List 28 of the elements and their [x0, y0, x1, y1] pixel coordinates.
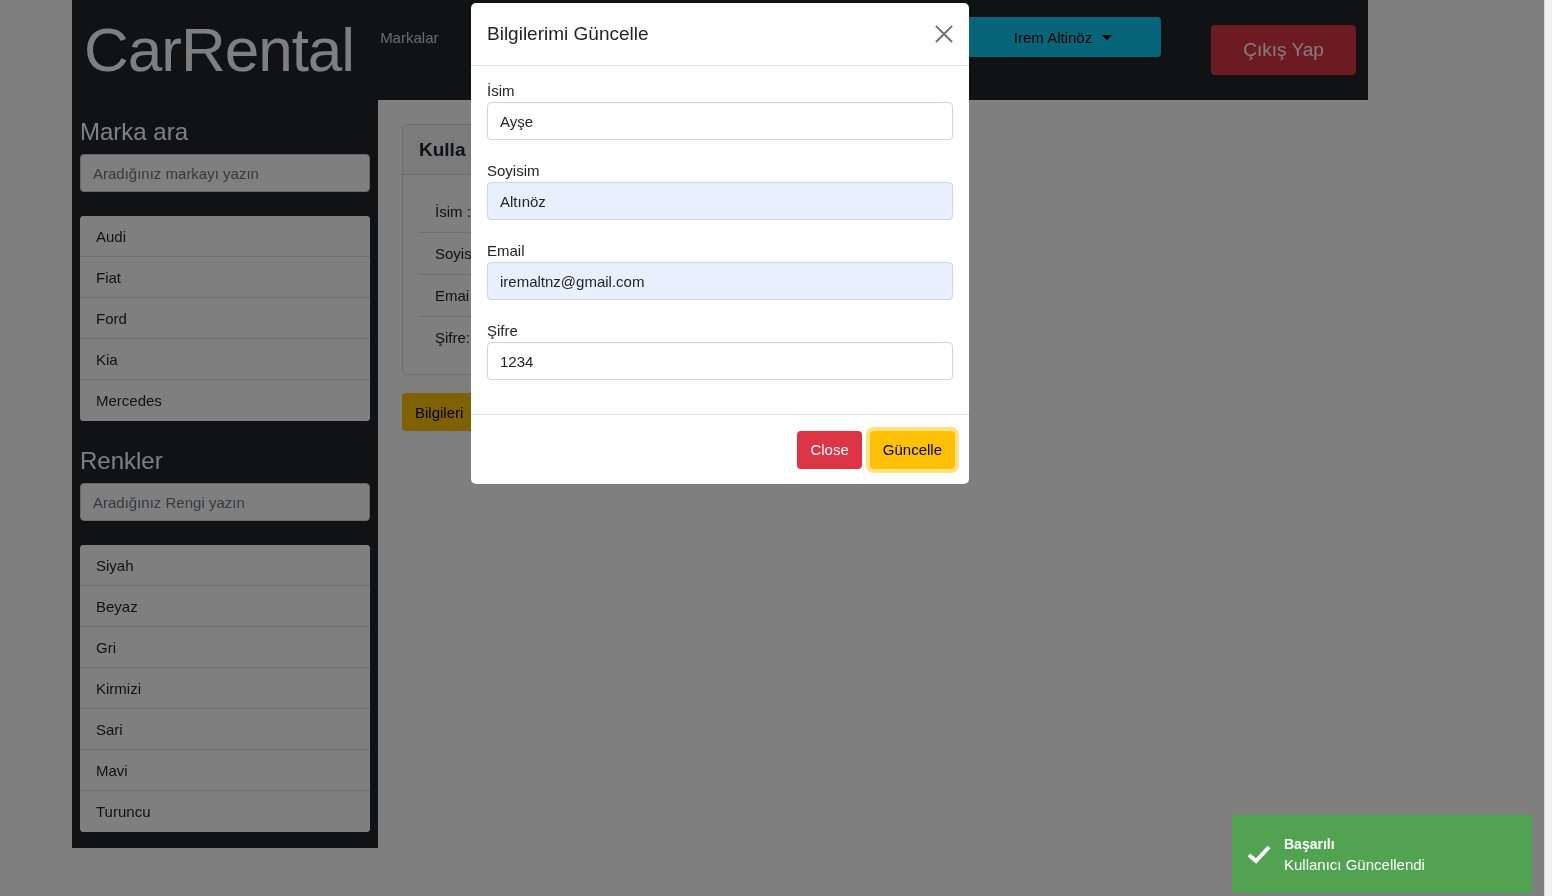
info-label: Şifre:: [435, 329, 470, 346]
logout-button[interactable]: Çıkış Yap: [1211, 25, 1356, 75]
input-field[interactable]: Altınöz: [487, 182, 953, 220]
info-label: Emai: [435, 287, 470, 304]
caret-icon: [1102, 34, 1113, 40]
logo[interactable]: CarRental: [84, 19, 355, 81]
section-title: Marka ara: [80, 118, 190, 146]
search-field[interactable]: Aradığınız markayı yazın: [80, 154, 370, 192]
field-label: Şifre: [487, 322, 519, 339]
color-item[interactable]: Siyah: [80, 545, 370, 586]
field-label: Email: [487, 242, 526, 259]
field-label: İsim: [487, 82, 516, 99]
brand-item[interactable]: Audi: [80, 216, 370, 257]
toast-message: Kullanıcı Güncellendi: [1284, 855, 1425, 873]
info-label: Soyis: [435, 245, 472, 262]
input-field[interactable]: Ayşe: [487, 102, 953, 140]
toast-title: Başarılı: [1284, 835, 1336, 852]
modal-title: Bilgilerimi Güncelle: [487, 23, 650, 45]
section-title: Renkler: [80, 447, 164, 475]
input-field[interactable]: iremaltnz@gmail.com: [487, 262, 953, 300]
scrollbar[interactable]: [1544, 0, 1552, 896]
search-field[interactable]: Aradığınız Rengi yazın: [80, 483, 370, 521]
close-button[interactable]: Close: [797, 430, 862, 469]
input-field[interactable]: 1234: [487, 342, 953, 380]
nav-link[interactable]: Markalar: [380, 28, 439, 46]
update-button[interactable]: Güncelle: [869, 430, 955, 469]
info-label: İsim :: [435, 203, 471, 220]
close-icon[interactable]: [935, 25, 953, 43]
